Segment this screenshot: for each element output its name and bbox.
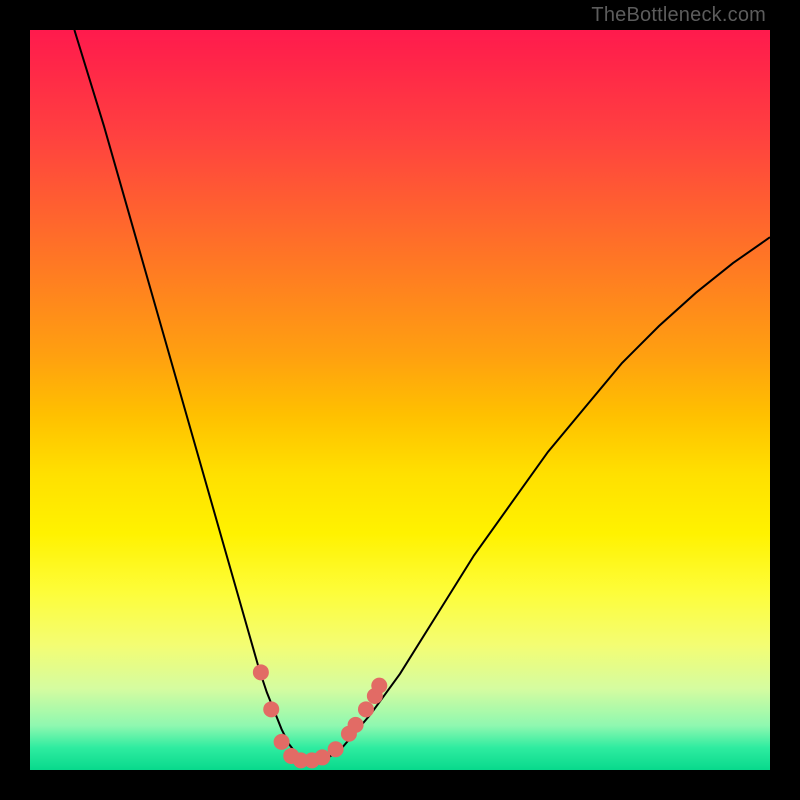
chart-frame: TheBottleneck.com	[0, 0, 800, 800]
curve-marker	[314, 749, 330, 765]
watermark-label: TheBottleneck.com	[591, 4, 766, 27]
curve-marker	[358, 701, 374, 717]
curve-marker	[371, 678, 387, 694]
curve-marker	[253, 664, 269, 680]
curve-marker	[328, 741, 344, 757]
bottleneck-curve	[74, 30, 770, 761]
curve-marker	[348, 717, 364, 733]
curve-marker	[274, 734, 290, 750]
plot-area	[30, 30, 770, 770]
curve-marker	[263, 701, 279, 717]
curve-markers	[253, 664, 387, 768]
chart-svg	[30, 30, 770, 770]
